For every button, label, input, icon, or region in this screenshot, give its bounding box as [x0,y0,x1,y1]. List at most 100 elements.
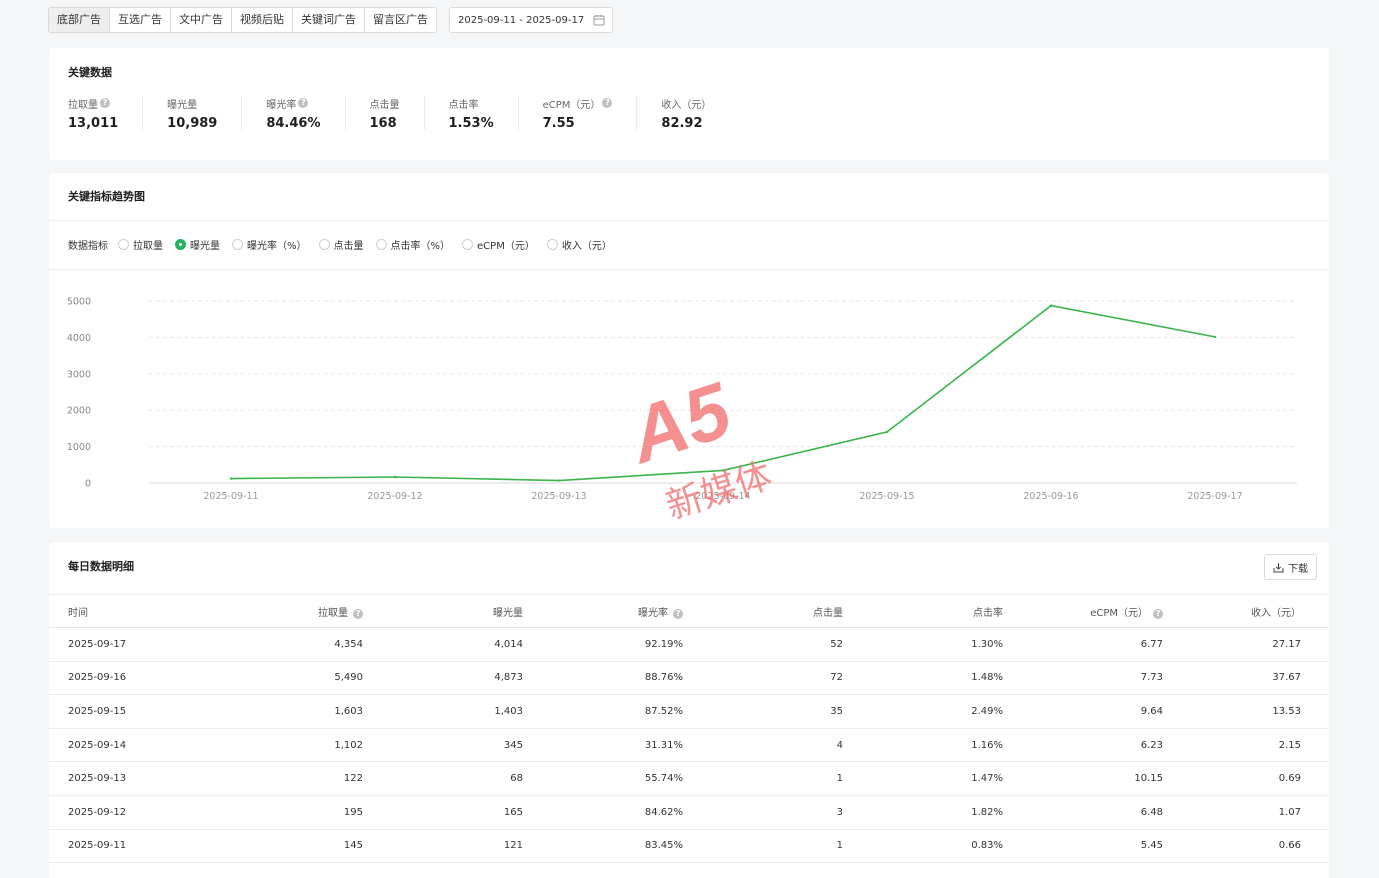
column-header: 曝光量 [363,594,523,628]
y-tick-label: 1000 [67,442,91,453]
table-cell: 31.31% [523,728,683,763]
column-header: 点击率 [843,594,1003,628]
table-cell: 2025-09-13 [49,761,209,796]
kpi-exposure-count: 曝光量 10,989 [167,96,243,131]
column-header-label: 收入（元） [1251,607,1301,619]
help-icon[interactable]: ? [602,98,613,108]
trend-chart-card: 关键指标趋势图 数据指标 拉取量 曝光量 曝光率（%） 点击量 点击率（%） e… [49,173,1329,528]
kpi-label: eCPM（元） [542,99,601,111]
x-tick-label: 2025-09-15 [859,491,914,502]
tab-bottom-ad[interactable]: 底部广告 [49,8,110,32]
download-label: 下载 [1288,563,1308,575]
table-cell: 1.48% [843,661,1003,696]
table-cell: 1.47% [843,761,1003,796]
help-icon[interactable]: ? [353,608,363,619]
x-tick-label: 2025-09-12 [367,491,422,502]
data-point [1213,335,1217,339]
kpi-value: 10,989 [167,116,218,131]
table-cell: 2025-09-15 [49,694,209,729]
data-point [721,469,725,472]
radio-label: eCPM（元） [477,241,535,252]
radio-label: 曝光率（%） [247,241,307,252]
radio-click-rate[interactable]: 点击率（%） [375,237,450,252]
kpi-value: 168 [369,116,397,131]
y-tick-label: 4000 [67,333,91,344]
help-icon[interactable]: ? [1153,608,1163,619]
kpi-value: 82.92 [661,116,703,131]
table-cell: 52 [683,627,843,662]
tab-keyword-ad[interactable]: 关键词广告 [293,8,365,32]
table-cell: 2025-09-17 [49,627,209,662]
calendar-icon [593,15,605,26]
table-cell: 2025-09-16 [49,661,209,696]
table-row: 2025-09-15 1,603 1,403 87.52% 35 2.49% 9.64 13.… [49,694,1329,729]
kpi-click-count: 点击量 168 [369,96,425,131]
metric-selector: 数据指标 拉取量 曝光量 曝光率（%） 点击量 点击率（%） eCPM（元） 收… [68,237,624,252]
table-row: 2025-09-13 122 68 55.74% 1 1.47% 10.15 0.69 [49,761,1329,796]
table-cell: 2025-09-12 [49,795,209,830]
column-header: 点击量 [683,594,843,628]
table-cell: 165 [363,795,523,830]
kpi-click-rate: 点击率 1.53% [449,96,519,131]
date-range-picker[interactable]: 2025-09-11 - 2025-09-17 [449,7,613,33]
help-icon[interactable]: ? [100,98,110,108]
table-cell: 88.76% [523,661,683,696]
radio-ecpm[interactable]: eCPM（元） [462,237,535,252]
table-cell: 4,873 [363,661,523,696]
kpi-ecpm: eCPM（元）? 7.55 [542,96,638,131]
table-cell: 9.64 [1003,694,1163,729]
daily-detail-card: 每日数据明细 下载 时间 拉取量? 曝光量 曝光率? 点击量 点击率 eCPM（元）? 收入（… [49,542,1329,878]
tab-mutual-select-ad[interactable]: 互选广告 [110,8,171,32]
x-tick-label: 2025-09-14 [695,491,750,502]
download-button[interactable]: 下载 [1264,554,1317,580]
kpi-label: 点击量 [369,99,400,111]
table-cell: 84.62% [523,795,683,830]
kpi-label: 曝光量 [167,99,198,111]
data-point [393,475,397,479]
kpi-value: 7.55 [542,116,575,131]
tab-comment-area-ad[interactable]: 留言区广告 [365,8,436,32]
table-cell: 6.23 [1003,728,1163,763]
radio-dot [462,239,474,250]
column-header: 拉取量? [209,594,363,628]
y-tick-label: 0 [85,479,91,490]
x-tick-label: 2025-09-11 [203,491,258,502]
table-cell: 35 [683,694,843,729]
table-cell: 1,603 [209,694,363,729]
radio-exposure-rate[interactable]: 曝光率（%） [232,237,307,252]
table-cell: 13.53 [1163,694,1329,729]
table-cell: 1,102 [209,728,363,763]
table-cell: 195 [209,795,363,830]
tab-video-post-ad[interactable]: 视频后贴 [232,8,293,32]
help-icon[interactable]: ? [298,98,309,108]
radio-pull-count[interactable]: 拉取量 [118,237,163,252]
table-cell: 0.69 [1163,761,1329,796]
table-cell: 2025-09-11 [49,829,209,864]
radio-dot [118,239,129,250]
table-row: 2025-09-12 195 165 84.62% 3 1.82% 6.48 1.07 [49,795,1329,830]
radio-click-count[interactable]: 点击量 [318,237,364,252]
table-cell: 122 [209,761,363,796]
data-point [885,430,889,434]
column-header: 时间 [49,594,209,628]
key-data-title: 关键数据 [68,66,112,79]
table-cell: 4,014 [363,627,523,662]
trend-title: 关键指标趋势图 [68,190,145,203]
exposure-series-line [230,304,1216,482]
table-cell: 6.48 [1003,795,1163,830]
table-cell: 6.77 [1003,627,1163,662]
kpi-value: 13,011 [68,116,119,131]
radio-income[interactable]: 收入（元） [546,237,612,252]
table-cell: 68 [363,761,523,796]
column-header: 收入（元） [1163,594,1329,628]
help-icon[interactable]: ? [673,608,683,619]
metric-selector-label: 数据指标 [68,241,108,252]
radio-exposure-count[interactable]: 曝光量 [175,237,220,252]
x-tick-label: 2025-09-17 [1187,491,1242,502]
divider [49,269,1329,270]
daily-title: 每日数据明细 [68,560,134,573]
kpi-list: 拉取量? 13,011 曝光量 10,989 曝光率? 84.46% 点击量 1… [68,96,759,131]
tab-in-article-ad[interactable]: 文中广告 [171,8,232,32]
table-cell: 3 [683,795,843,830]
table-cell: 72 [683,661,843,696]
